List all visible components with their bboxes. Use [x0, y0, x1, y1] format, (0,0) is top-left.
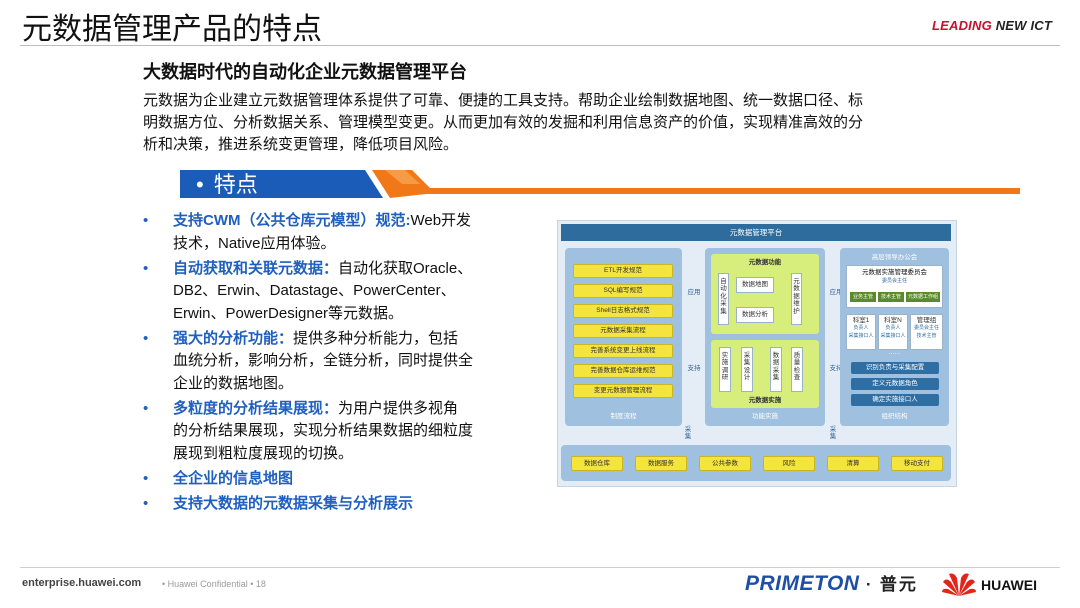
page-title: 元数据管理产品的特点	[22, 13, 322, 46]
team-role: 采集接口人	[848, 333, 874, 340]
source-item: 公共参数	[699, 456, 751, 471]
feature-heading: 强大的分析功能：	[173, 329, 294, 347]
feature-item: • 多粒度的分析结果展现：为用户提供多视角的分析结果展现，实现分析结果数据的细粒度…	[143, 398, 473, 466]
footer-sep: •	[162, 579, 166, 589]
collect-arrow-label: 采集	[684, 426, 692, 441]
feature-item: • 全企业的信息地图	[143, 468, 473, 491]
primeton-cn: 普元	[879, 575, 918, 594]
brand-rest: NEW ICT	[995, 18, 1052, 33]
func-item: 数据分析	[736, 307, 774, 323]
brand-leading: LEADING	[931, 18, 992, 33]
source-item: 风险	[763, 456, 815, 471]
mid-panel-footer: 功能实施	[752, 413, 778, 420]
team-role: 委员会主任	[913, 325, 939, 332]
feature-item: • 支持CWM（公共仓库元模型）规范:Web开发技术，Native应用体验。	[143, 210, 473, 255]
feature-heading: 全企业的信息地图	[173, 469, 294, 487]
feature-heading: 自动获取和关联元数据：	[173, 259, 339, 277]
primeton-logo: PRIMETON · 普元	[745, 570, 918, 596]
rule-item: Shell日志格式规范	[573, 304, 673, 318]
collect-arrow-label: 采集	[829, 426, 837, 441]
source-item: 移动支付	[891, 456, 943, 471]
rule-item: SQL编写规范	[573, 284, 673, 298]
committee-sub: 委员会主任	[881, 278, 907, 284]
team-role: 负责人	[885, 325, 901, 332]
title-divider	[20, 45, 1060, 46]
committee-role: 业务主管	[850, 292, 876, 302]
impl-item: 采集设计	[741, 347, 753, 392]
func-item: 数据地图	[736, 277, 774, 293]
func-maintain: 元数据维护	[791, 273, 802, 325]
support-arrow-label: 支持	[687, 365, 701, 372]
page-number: 18	[255, 579, 266, 589]
committee-role: 技术主管	[878, 292, 904, 302]
feature-item: • 强大的分析功能：提供多种分析能力，包括血统分析，影响分析，全链分析，同时提供全…	[143, 328, 473, 396]
huawei-wordmark: HUAWEI	[981, 577, 1037, 593]
team-name: 管理组	[916, 317, 937, 324]
feature-item: • 自动获取和关联元数据：自动化获取Oracle、DB2、Erwin、Datast…	[143, 258, 473, 326]
brand-tagline: LEADING NEW ICT	[932, 18, 1052, 33]
bullet-icon: •	[143, 469, 149, 487]
rule-item: 变更元数据管理流程	[573, 384, 673, 398]
bullet-icon: •	[143, 494, 149, 512]
team-role: 采集接口人	[880, 333, 906, 340]
right-panel-footer: 组织结构	[881, 413, 908, 420]
func-auto-collect: 自动化采集	[718, 273, 729, 325]
diagram-title: 元数据管理平台	[561, 224, 951, 241]
impl-item: 数据采集	[770, 347, 782, 392]
feature-list: • 支持CWM（公共仓库元模型）规范:Web开发技术，Native应用体验。 • 自…	[143, 210, 473, 518]
ellipsis: ……	[888, 349, 901, 356]
bullet-icon: •	[143, 399, 149, 417]
bullet-icon: •	[143, 259, 149, 277]
left-panel-footer: 制度流程	[610, 413, 637, 420]
bullet-icon: •	[143, 329, 149, 347]
huawei-flower-icon	[942, 573, 976, 596]
rule-item: ETL开发规范	[573, 264, 673, 278]
bullet-icon: •	[143, 212, 149, 229]
section-banner	[180, 170, 1020, 198]
source-item: 数据仓库	[571, 456, 623, 471]
org-action: 定义元数据角色	[851, 378, 939, 390]
team-box: 管理组 委员会主任 技术主管	[910, 314, 943, 350]
func-title: 元数据功能	[748, 259, 782, 266]
impl-item: 实施调研	[719, 347, 731, 392]
feature-heading: 支持CWM（公共仓库元模型）规范:	[173, 212, 411, 229]
section-label: • 特点	[196, 171, 258, 199]
footer-site: enterprise.huawei.com	[22, 577, 142, 589]
rule-item: 完善数据仓库运维规范	[573, 364, 673, 378]
committee-title: 元数据实施管理委员会	[862, 269, 927, 276]
footer-divider	[20, 567, 1060, 568]
rule-item: 完善系统变更上线流程	[573, 344, 673, 358]
leader-meeting: 高层领导办公会	[871, 254, 918, 261]
impl-title: 元数据实施	[748, 397, 782, 404]
team-role: 技术主管	[916, 333, 937, 340]
source-item: 数据服务	[635, 456, 687, 471]
team-name: 科室N	[884, 317, 902, 324]
footer-confidential: • Huawei Confidential • 18	[162, 579, 266, 589]
intro-paragraph: 元数据为企业建立元数据管理体系提供了可靠、便捷的工具支持。帮助企业绘制数据地图、…	[143, 92, 864, 153]
feature-heading: 多粒度的分析结果展现：	[173, 399, 339, 417]
team-box: 科室1 负责人 采集接口人	[846, 314, 876, 350]
committee-role: 元数据工作组	[906, 292, 940, 302]
team-name: 科室1	[852, 317, 870, 324]
section-bullet: •	[196, 172, 204, 197]
org-action: 确定实施接口人	[851, 394, 939, 406]
primeton-wordmark: PRIMETON	[745, 572, 860, 595]
impl-item: 质量检查	[791, 347, 803, 392]
feature-heading: 支持大数据的元数据采集与分析展示	[173, 494, 414, 512]
section-subtitle: 大数据时代的自动化企业元数据管理平台	[143, 62, 467, 82]
source-item: 清算	[827, 456, 879, 471]
primeton-dot: ·	[865, 575, 874, 594]
section-label-text: 特点	[213, 172, 258, 197]
footer-sep: •	[250, 579, 254, 589]
banner-orange-shape	[372, 170, 1020, 198]
org-action: 识别负责与采集配置	[851, 362, 939, 374]
feature-item: • 支持大数据的元数据采集与分析展示	[143, 493, 473, 516]
footer-confidential-text: Huawei Confidential	[167, 579, 248, 589]
rule-item: 元数据采集流程	[573, 324, 673, 338]
platform-diagram: 元数据管理平台 ETL开发规范 SQL编写规范 Shell日志格式规范 元数据采…	[557, 220, 957, 487]
team-role: 负责人	[853, 325, 869, 332]
apply-arrow-label: 应用	[687, 289, 701, 296]
team-box: 科室N 负责人 采集接口人	[878, 314, 908, 350]
